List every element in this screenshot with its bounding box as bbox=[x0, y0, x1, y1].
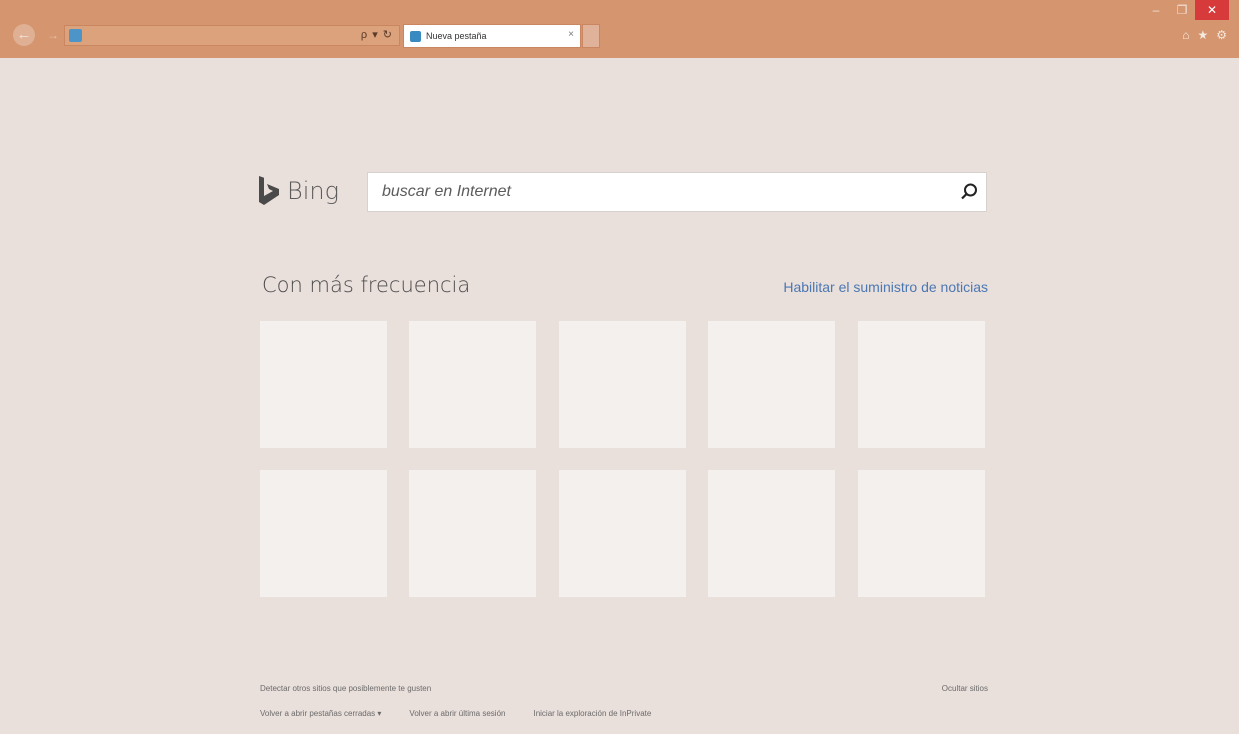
start-inprivate-link[interactable]: Iniciar la exploración de InPrivate bbox=[533, 709, 651, 718]
enable-news-feed-link[interactable]: Habilitar el suministro de noticias bbox=[783, 279, 988, 295]
home-icon[interactable]: ⌂ bbox=[1182, 28, 1189, 42]
footer-actions: Volver a abrir pestañas cerradas ▾ Volve… bbox=[260, 709, 651, 718]
tab-title: Nueva pestaña bbox=[426, 31, 487, 41]
hide-sites-link[interactable]: Ocultar sitios bbox=[942, 684, 988, 693]
restore-button[interactable]: ❐ bbox=[1169, 0, 1195, 20]
site-tile[interactable] bbox=[559, 321, 686, 448]
window-controls: – ❐ ✕ bbox=[1143, 0, 1229, 20]
back-arrow-icon: ← bbox=[16, 26, 32, 43]
frequent-sites-title: Con más frecuencia bbox=[262, 273, 471, 297]
bing-brand-text: Bing bbox=[287, 177, 339, 205]
page-icon bbox=[69, 29, 82, 42]
back-button[interactable]: ← bbox=[13, 24, 35, 46]
forward-button[interactable]: → bbox=[42, 24, 64, 46]
site-tile[interactable] bbox=[409, 470, 536, 597]
favorites-icon[interactable]: ★ bbox=[1197, 28, 1208, 42]
browser-window: ← → ρ ▾ ↻ Nueva pestaña × – ❐ ✕ ⌂ ★ ⚙ Bi… bbox=[0, 0, 1239, 734]
tab-close-icon[interactable]: × bbox=[568, 29, 574, 40]
settings-gear-icon[interactable]: ⚙ bbox=[1216, 28, 1227, 42]
bing-logo: Bing bbox=[258, 176, 339, 206]
address-controls[interactable]: ρ ▾ ↻ bbox=[361, 28, 393, 41]
site-tile[interactable] bbox=[708, 321, 835, 448]
minimize-button[interactable]: – bbox=[1143, 0, 1169, 20]
address-bar[interactable]: ρ ▾ ↻ bbox=[64, 25, 400, 46]
reopen-closed-tabs-link[interactable]: Volver a abrir pestañas cerradas ▾ bbox=[260, 709, 381, 718]
site-tile[interactable] bbox=[708, 470, 835, 597]
discover-sites-link[interactable]: Detectar otros sitios que posiblemente t… bbox=[260, 684, 431, 693]
tab-new-tab[interactable]: Nueva pestaña × bbox=[403, 24, 581, 48]
reopen-last-session-link[interactable]: Volver a abrir última sesión bbox=[409, 709, 505, 718]
new-tab-button[interactable] bbox=[582, 24, 600, 48]
bing-logo-icon bbox=[258, 176, 280, 206]
site-tile[interactable] bbox=[260, 321, 387, 448]
ie-page-icon bbox=[410, 31, 421, 42]
search-box bbox=[367, 172, 987, 212]
search-input[interactable] bbox=[368, 173, 938, 211]
site-tile[interactable] bbox=[260, 470, 387, 597]
forward-arrow-icon: → bbox=[47, 28, 59, 42]
search-icon bbox=[961, 183, 977, 200]
site-tile[interactable] bbox=[409, 321, 536, 448]
browser-chrome: ← → ρ ▾ ↻ Nueva pestaña × – ❐ ✕ ⌂ ★ ⚙ bbox=[0, 0, 1239, 58]
close-button[interactable]: ✕ bbox=[1195, 0, 1229, 20]
search-button[interactable] bbox=[958, 181, 980, 203]
site-tile[interactable] bbox=[559, 470, 686, 597]
site-tile[interactable] bbox=[858, 470, 985, 597]
site-tile[interactable] bbox=[858, 321, 985, 448]
toolbar-icons: ⌂ ★ ⚙ bbox=[1182, 28, 1227, 42]
